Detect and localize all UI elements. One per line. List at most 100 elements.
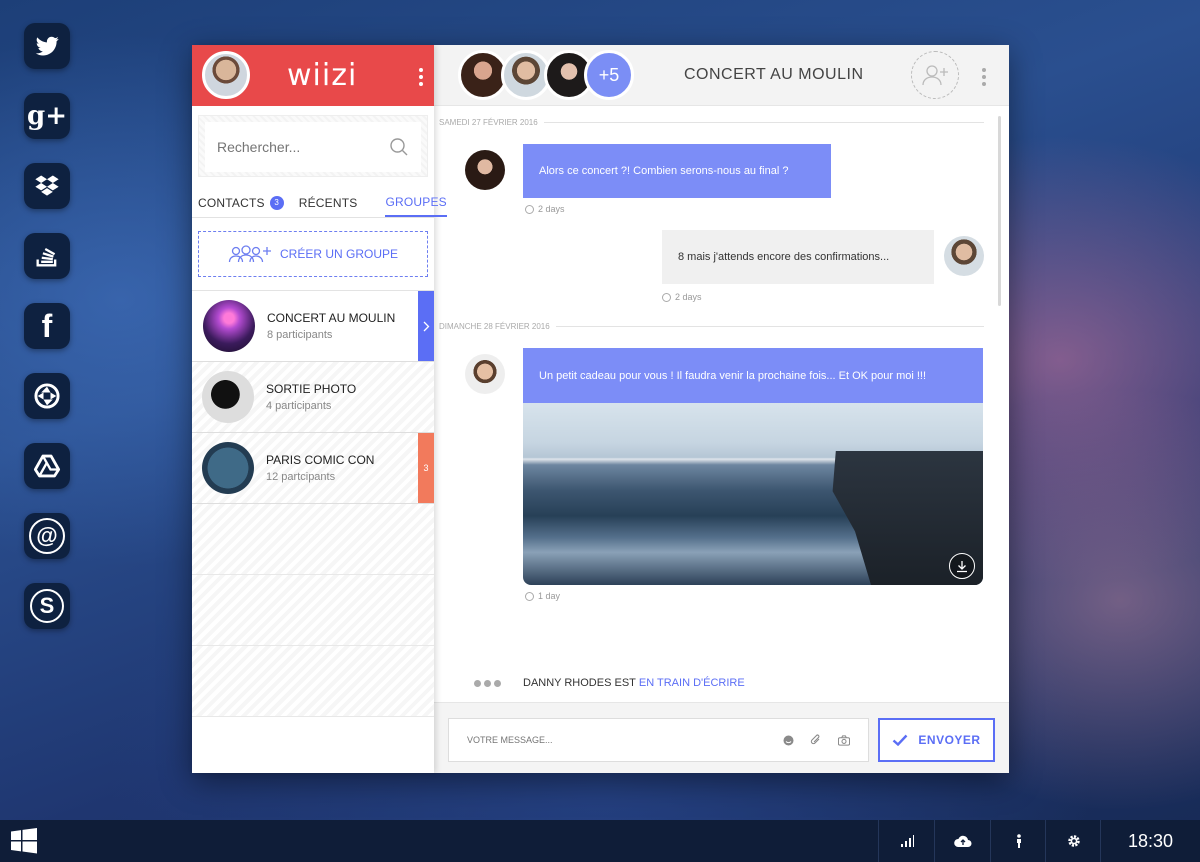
- message-time: 2 days: [662, 292, 702, 302]
- drive-icon: [33, 454, 61, 478]
- dock-stack-overflow[interactable]: [24, 233, 70, 279]
- accessibility-icon[interactable]: [990, 820, 1046, 862]
- group-avatar: [203, 300, 255, 352]
- empty-row: [192, 504, 434, 575]
- group-list: CONCERT AU MOULIN 8 participants SORTIE …: [192, 290, 434, 717]
- taskbar: 18:30: [0, 820, 1200, 862]
- twitter-icon: [35, 36, 59, 56]
- send-label: ENVOYER: [918, 733, 981, 747]
- system-clock: 18:30: [1100, 820, 1200, 862]
- windows-start-icon[interactable]: [10, 827, 38, 855]
- message-bubble: Un petit cadeau pour vous ! Il faudra ve…: [523, 348, 983, 403]
- dock-google-plus[interactable]: g+: [24, 93, 70, 139]
- group-avatar: [202, 442, 254, 494]
- camera-icon[interactable]: [838, 734, 850, 746]
- message-field: [448, 718, 869, 762]
- add-participant-button[interactable]: [911, 51, 959, 99]
- message-time: 1 day: [525, 591, 560, 601]
- cloud-upload-icon[interactable]: [934, 820, 990, 862]
- chat-title: CONCERT AU MOULIN: [684, 66, 864, 83]
- stack-icon: [36, 247, 57, 267]
- sender-avatar[interactable]: [944, 236, 984, 276]
- dock-drive[interactable]: [24, 443, 70, 489]
- group-item-concert[interactable]: CONCERT AU MOULIN 8 participants: [192, 291, 434, 362]
- sidebar-header: wiizi: [192, 45, 434, 106]
- message-time: 2 days: [525, 204, 565, 214]
- shared-photo[interactable]: [523, 403, 983, 585]
- sidebar: wiizi CONTACTS 3 RÉCENTS GROUPES: [192, 45, 447, 773]
- chat-pane: +5 CONCERT AU MOULIN SAMEDI 27 FÉVRIER 2…: [434, 45, 1009, 773]
- typing-user: DANNY RHODES EST: [523, 677, 636, 689]
- chevron-right-icon: [423, 321, 429, 331]
- group-participants: 12 partcipants: [266, 471, 336, 483]
- message-list: SAMEDI 27 FÉVRIER 2016 Alors ce concert …: [434, 106, 1009, 702]
- group-name: SORTIE PHOTO: [266, 382, 357, 396]
- contacts-count-badge: 3: [269, 195, 284, 210]
- download-icon[interactable]: [949, 553, 975, 579]
- at-icon: @: [29, 518, 65, 554]
- typing-dots-icon: [474, 679, 501, 687]
- active-group-marker: [418, 291, 434, 361]
- app-logo: wiizi: [287, 58, 358, 93]
- clock-icon: [525, 204, 534, 214]
- empty-row: [192, 646, 434, 717]
- tab-contacts[interactable]: CONTACTS 3: [198, 188, 284, 217]
- message-bubble: 8 mais j'attends encore des confirmation…: [662, 230, 934, 284]
- emoji-icon[interactable]: [782, 734, 794, 746]
- group-participants: 4 participants: [266, 400, 332, 412]
- create-group-label: CRÉER UN GROUPE: [279, 247, 398, 261]
- checkmark-icon: [893, 734, 908, 746]
- google-plus-icon: g+: [27, 101, 67, 131]
- dock-dropbox[interactable]: [24, 163, 70, 209]
- sidebar-menu-icon[interactable]: [419, 68, 423, 86]
- dock-facebook[interactable]: f: [24, 303, 70, 349]
- sender-avatar[interactable]: [465, 354, 505, 394]
- dock-skype[interactable]: S: [24, 583, 70, 629]
- group-name: PARIS COMIC CON: [266, 453, 375, 467]
- tab-recents[interactable]: RÉCENTS: [299, 188, 358, 217]
- message-bubble: Alors ce concert ?! Combien serons-nous …: [523, 144, 831, 198]
- attachment-icon[interactable]: [810, 734, 822, 746]
- unread-badge: 3: [418, 433, 434, 503]
- group-participants: 8 participants: [267, 329, 333, 341]
- dock-picasa[interactable]: [24, 373, 70, 419]
- add-user-icon: [922, 65, 948, 86]
- sidebar-tabs: CONTACTS 3 RÉCENTS GROUPES: [192, 188, 447, 218]
- search-input[interactable]: [217, 139, 367, 155]
- more-participants-badge[interactable]: +5: [584, 50, 634, 100]
- day-separator: DIMANCHE 28 FÉVRIER 2016: [439, 322, 984, 331]
- user-avatar[interactable]: [202, 51, 250, 99]
- clock-icon: [525, 591, 534, 601]
- typing-status: EN TRAIN D'ÉCRIRE: [638, 677, 745, 689]
- chat-menu-icon[interactable]: [982, 68, 986, 86]
- sender-avatar[interactable]: [465, 150, 505, 190]
- aperture-icon: [34, 383, 60, 409]
- app-dock: g+ f @ S: [24, 23, 70, 653]
- search-box: [198, 115, 428, 177]
- chat-header: +5 CONCERT AU MOULIN: [434, 45, 1009, 106]
- search-icon[interactable]: [389, 137, 409, 157]
- facebook-icon: f: [41, 307, 53, 344]
- group-avatar: [202, 371, 254, 423]
- create-group-button[interactable]: CRÉER UN GROUPE: [198, 231, 428, 277]
- typing-indicator: DANNY RHODES EST EN TRAIN D'ÉCRIRE: [474, 677, 745, 689]
- add-group-icon: [228, 245, 271, 263]
- skype-icon: S: [30, 589, 64, 623]
- empty-row: [192, 575, 434, 646]
- dock-twitter[interactable]: [24, 23, 70, 69]
- composer: ENVOYER: [434, 702, 1009, 773]
- group-item-comic-con[interactable]: PARIS COMIC CON 12 partcipants 3: [192, 433, 434, 504]
- messenger-window: wiizi CONTACTS 3 RÉCENTS GROUPES: [192, 45, 1009, 773]
- send-button[interactable]: ENVOYER: [878, 718, 995, 762]
- scrollbar[interactable]: [998, 116, 1001, 306]
- clock-icon: [662, 292, 671, 302]
- group-item-photo[interactable]: SORTIE PHOTO 4 participants: [192, 362, 434, 433]
- dropbox-icon: [35, 175, 59, 196]
- settings-gear-icon[interactable]: [1045, 820, 1101, 862]
- dock-mail[interactable]: @: [24, 513, 70, 559]
- signal-icon[interactable]: [878, 820, 934, 862]
- group-name: CONCERT AU MOULIN: [267, 311, 396, 325]
- day-separator: SAMEDI 27 FÉVRIER 2016: [439, 118, 984, 127]
- message-input[interactable]: [467, 735, 766, 745]
- tab-groups[interactable]: GROUPES: [385, 188, 447, 217]
